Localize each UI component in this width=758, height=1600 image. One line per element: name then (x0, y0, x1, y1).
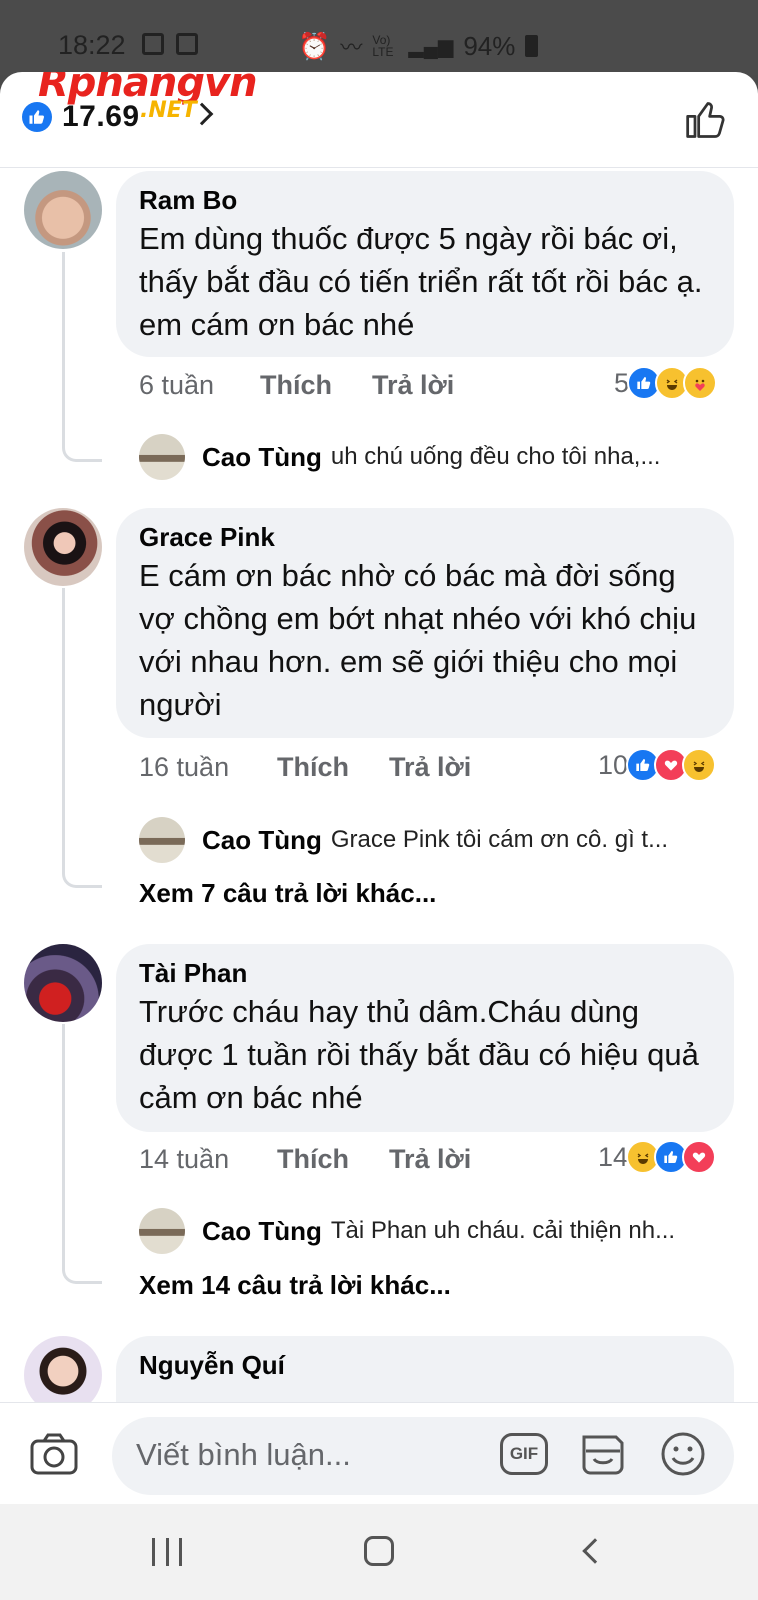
comment-composer: Viết bình luận... GIF (0, 1402, 758, 1504)
comment-time[interactable]: 16 tuần (139, 752, 277, 783)
comment-bubble[interactable]: Grace Pink E cám ơn bác nhờ có bác mà đờ… (116, 508, 734, 738)
comment-actions: 14 tuần Thích Trả lời (139, 1144, 511, 1175)
check-icon (176, 33, 198, 55)
like-button[interactable]: Thích (277, 1144, 349, 1175)
status-time: 18:22 (58, 30, 126, 60)
reaction-summary[interactable]: 5 (614, 366, 718, 400)
comment-time[interactable]: 6 tuần (139, 370, 260, 401)
like-post-icon[interactable] (684, 98, 728, 142)
like-badge-icon (22, 102, 52, 132)
camera-icon[interactable] (30, 1433, 78, 1475)
android-nav-bar (0, 1504, 758, 1600)
reply-button[interactable]: Trả lời (372, 370, 454, 401)
reply-text: Grace Pink tôi cám ơn cô. gì t... (330, 826, 669, 853)
sticker-icon[interactable] (580, 1431, 626, 1477)
battery-percent: 94% (463, 30, 516, 61)
reply-avatar[interactable] (139, 817, 185, 863)
reply-avatar[interactable] (139, 1208, 185, 1254)
reply-author[interactable]: Cao Tùng (202, 442, 322, 473)
comment-author[interactable]: Ram Bo (139, 183, 714, 217)
comment-bubble[interactable]: Ram Bo Em dùng thuốc được 5 ngày rồi bác… (116, 171, 734, 357)
wifi-icon: 〰 (340, 35, 363, 60)
view-more-replies[interactable]: Xem 14 câu trả lời khác... (139, 1270, 451, 1301)
reply-preview[interactable]: Cao Tùng uh chú uống đều cho tôi nha,... (139, 434, 660, 480)
home-icon[interactable] (364, 1536, 394, 1566)
thread-line (62, 588, 102, 888)
reply-button[interactable]: Trả lời (389, 752, 471, 783)
comment-text: E cám ơn bác nhờ có bác mà đời sống vợ c… (139, 558, 697, 722)
thread-line (62, 1024, 102, 1284)
comment-author[interactable]: Nguyễn Quí (139, 1348, 714, 1382)
care-reaction-icon (683, 366, 718, 400)
reply-avatar[interactable] (139, 434, 185, 480)
reply-author[interactable]: Cao Tùng (202, 825, 322, 856)
reaction-summary[interactable]: 14 (598, 1140, 717, 1174)
comment-actions: 6 tuần Thích Trả lời (139, 370, 494, 401)
comment-text: Em dùng thuốc được 5 ngày rồi bác ơi, th… (139, 221, 703, 342)
comment-actions: 16 tuần Thích Trả lời (139, 752, 511, 783)
haha-reaction-icon (682, 748, 717, 782)
reply-preview[interactable]: Cao Tùng Tài Phan uh cháu. cải thiện nh.… (139, 1208, 675, 1254)
reply-text: Tài Phan uh cháu. cải thiện nh... (330, 1217, 676, 1244)
avatar[interactable] (24, 508, 102, 586)
gif-icon[interactable]: GIF (500, 1433, 548, 1475)
reply-author[interactable]: Cao Tùng (202, 1216, 322, 1247)
comment-author[interactable]: Tài Phan (139, 956, 714, 990)
status-bar: 18:22 ⏰ 〰 Vo) LTE ▂▄▆ 94% (0, 0, 758, 75)
comment-time[interactable]: 14 tuần (139, 1144, 277, 1175)
battery-icon (525, 35, 539, 57)
comment-input[interactable]: Viết bình luận... (112, 1417, 734, 1495)
avatar[interactable] (24, 171, 102, 249)
thread-line (62, 252, 102, 462)
recents-icon[interactable] (152, 1538, 182, 1566)
emoji-icon[interactable] (660, 1431, 706, 1477)
reactions-header[interactable]: 17.69 Rphangvn .NET (0, 72, 758, 168)
reply-button[interactable]: Trả lời (389, 1144, 471, 1175)
reply-text: uh chú uống đều cho tôi nha,... (330, 443, 661, 470)
watermark-suffix: .NET (140, 98, 197, 123)
status-right: ⏰ 〰 Vo) LTE ▂▄▆ 94% (298, 30, 539, 62)
view-more-replies[interactable]: Xem 7 câu trả lời khác... (139, 878, 436, 909)
reaction-count: 10 (598, 749, 629, 780)
alarm-icon: ⏰ (298, 30, 331, 61)
like-button[interactable]: Thích (277, 752, 349, 783)
back-icon[interactable] (582, 1538, 608, 1564)
signal-icon: ▂▄▆ (408, 35, 454, 58)
comment-text: Trước cháu hay thủ dâm.Cháu dùng được 1 … (139, 994, 699, 1115)
comment-bubble[interactable]: Tài Phan Trước cháu hay thủ dâm.Cháu dùn… (116, 944, 734, 1132)
reaction-summary[interactable]: 10 (598, 748, 717, 782)
avatar[interactable] (24, 944, 102, 1022)
comments-sheet: 17.69 Rphangvn .NET Ram Bo Em dùng thuốc… (0, 72, 758, 1600)
reaction-count: 14 (598, 1141, 629, 1172)
gallery-icon (142, 33, 164, 55)
network-label: Vo) LTE (372, 33, 394, 59)
comment-author[interactable]: Grace Pink (139, 520, 714, 554)
reply-preview[interactable]: Cao Tùng Grace Pink tôi cám ơn cô. gì t.… (139, 817, 668, 863)
love-reaction-icon (682, 1140, 717, 1174)
like-button[interactable]: Thích (260, 370, 332, 401)
